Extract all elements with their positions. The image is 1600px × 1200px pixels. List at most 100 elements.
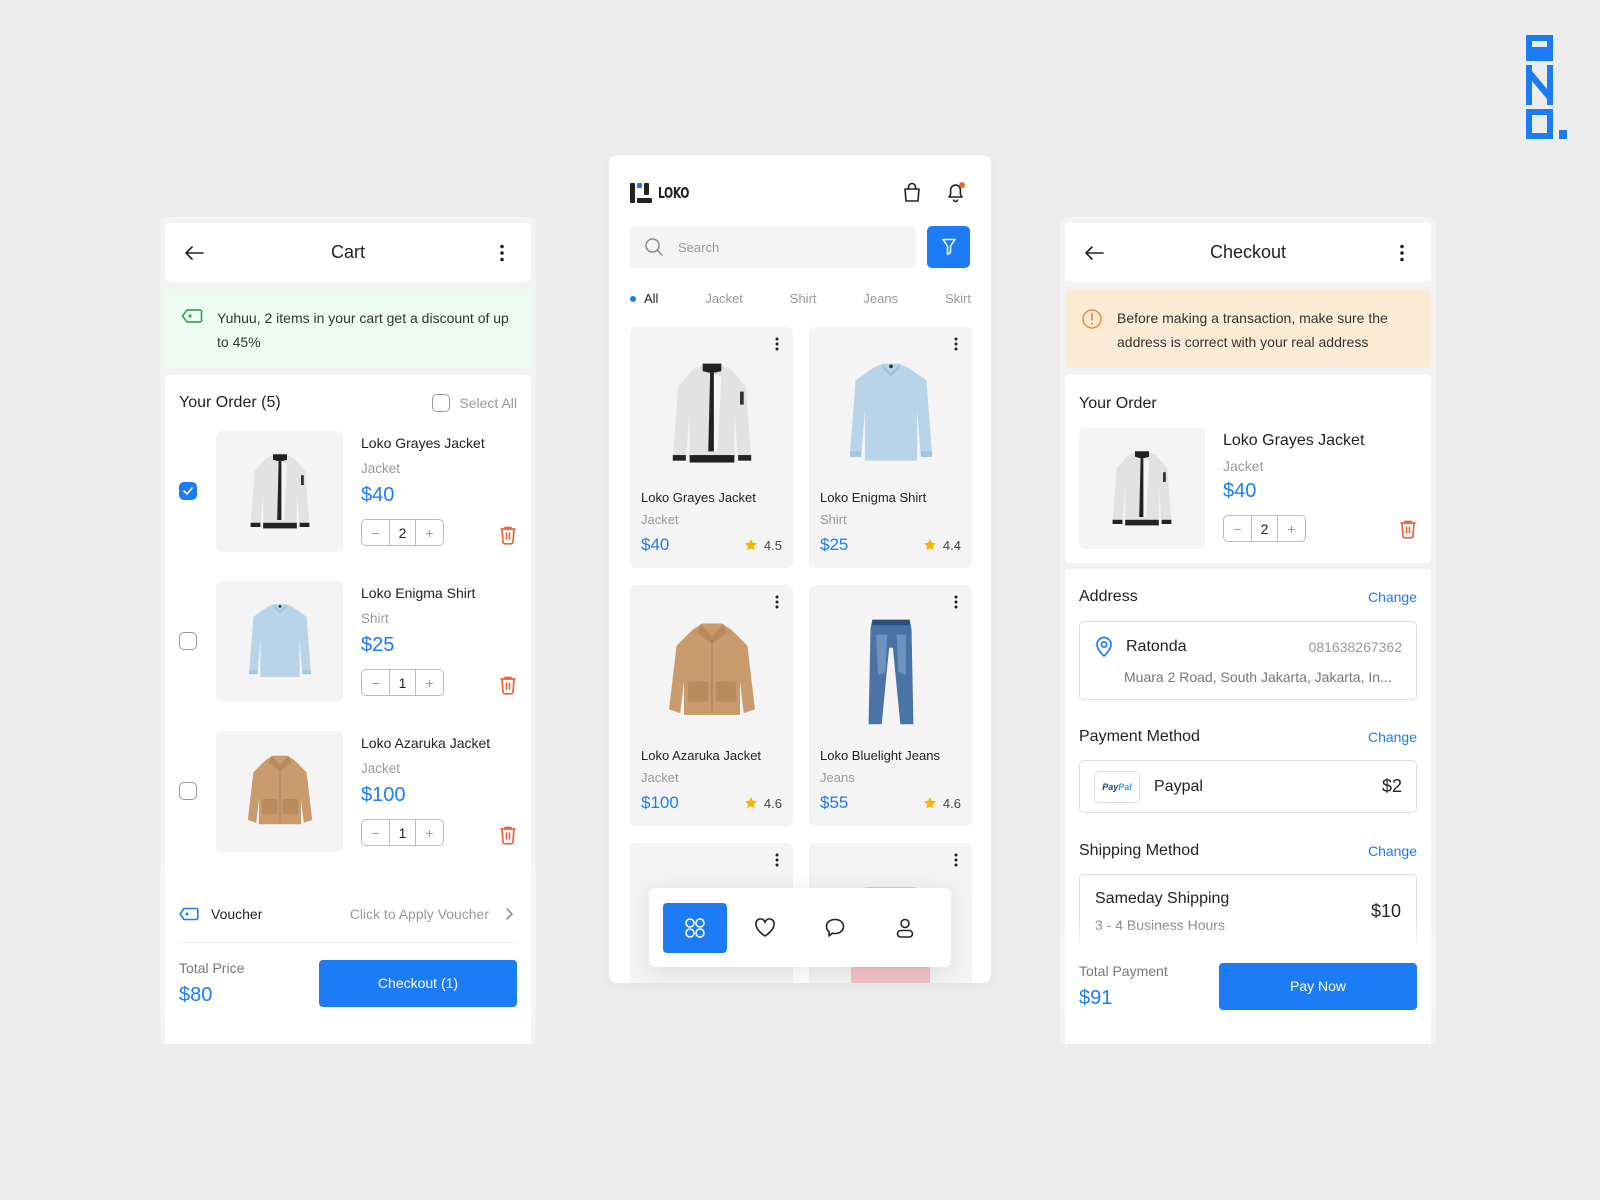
quantity-value[interactable]: 1	[389, 670, 416, 695]
white-jacket-image	[664, 358, 760, 470]
select-all-checkbox[interactable]: Select All	[432, 394, 517, 412]
category-tab-all[interactable]: All	[630, 291, 658, 306]
increment-button[interactable]: +	[416, 820, 443, 845]
bell-icon	[948, 182, 965, 203]
loko-logo-icon	[630, 183, 652, 203]
rating-value: 4.6	[942, 795, 961, 811]
category-tab-jeans[interactable]: Jeans	[863, 291, 898, 306]
product-image	[216, 581, 343, 702]
payment-card[interactable]: Pay Pal Paypal $2	[1079, 760, 1417, 813]
product-card[interactable]: Loko Grayes Jacket Jacket $40 4.5	[630, 327, 793, 568]
card-more-button[interactable]	[775, 595, 779, 614]
back-button[interactable]	[1081, 240, 1107, 266]
product-rating: 4.4	[923, 538, 961, 553]
bag-button[interactable]	[899, 179, 925, 205]
item-checkbox[interactable]	[179, 632, 197, 650]
more-menu-button[interactable]	[1389, 240, 1415, 266]
product-category: Shirt	[361, 611, 389, 626]
rating-value: 4.6	[763, 795, 782, 811]
increment-button[interactable]: +	[1278, 516, 1305, 541]
item-checkbox[interactable]	[179, 482, 197, 500]
nav-profile[interactable]	[873, 903, 937, 953]
delete-button[interactable]	[1399, 519, 1417, 544]
select-all-label: Select All	[459, 395, 517, 411]
product-name: Loko Enigma Shirt	[361, 585, 476, 601]
card-more-button[interactable]	[954, 337, 958, 356]
nav-favorites[interactable]	[733, 903, 797, 953]
shipping-price: $10	[1370, 901, 1401, 921]
item-checkbox[interactable]	[179, 782, 197, 800]
checkout-button[interactable]: Checkout (1)	[319, 959, 517, 1007]
decrement-button[interactable]: −	[362, 670, 389, 695]
payment-fee: $2	[1381, 776, 1402, 796]
card-more-button[interactable]	[954, 595, 958, 614]
card-more-button[interactable]	[775, 337, 779, 356]
checkout-header: Checkout	[1065, 223, 1431, 282]
voucher-row[interactable]: Voucher Click to Apply Voucher	[179, 885, 517, 943]
product-card[interactable]: Loko Enigma Shirt Shirt $25 4.4	[809, 327, 972, 568]
pay-now-button[interactable]: Pay Now	[1219, 962, 1417, 1010]
decrement-button[interactable]: −	[362, 520, 389, 545]
change-address-link[interactable]: Change	[1368, 589, 1417, 605]
total-payment-value: $91	[1079, 986, 1113, 1009]
notification-button[interactable]	[943, 179, 969, 205]
product-card[interactable]: Loko Azaruka Jacket Jacket $100 4.6	[630, 585, 793, 826]
paypal-logo-icon: Pay Pal	[1094, 770, 1140, 803]
app-logo: LOKO	[630, 183, 697, 203]
payment-name: Paypal	[1154, 777, 1203, 795]
delete-button[interactable]	[499, 675, 517, 700]
category-tab-skirt[interactable]: Skirt	[945, 291, 971, 306]
chevron-right-icon	[506, 907, 514, 920]
address-card[interactable]: Ratonda 081638267362 Muara 2 Road, South…	[1079, 621, 1417, 700]
category-tab-shirt[interactable]: Shirt	[790, 291, 817, 306]
voucher-hint: Click to Apply Voucher	[349, 905, 489, 922]
more-vertical-icon	[1400, 244, 1404, 261]
delete-button[interactable]	[499, 825, 517, 850]
cart-summary-panel: Voucher Click to Apply Voucher Total Pri…	[165, 885, 531, 1023]
total-payment-label: Total Payment	[1079, 962, 1168, 979]
address-label: Address	[1079, 588, 1138, 605]
shipping-card[interactable]: Sameday Shipping 3 - 4 Business Hours $1…	[1079, 874, 1417, 954]
category-tab-jacket[interactable]: Jacket	[705, 291, 743, 306]
card-more-button[interactable]	[954, 853, 958, 872]
order-title: Your Order (5)	[179, 394, 281, 411]
nav-messages[interactable]	[803, 903, 867, 953]
product-price: $40	[361, 484, 395, 506]
checkbox[interactable]	[432, 394, 451, 412]
decrement-button[interactable]: −	[1224, 516, 1251, 541]
product-price: $100	[361, 784, 406, 806]
change-shipping-link[interactable]: Change	[1368, 843, 1417, 859]
quantity-stepper: −1 +	[361, 669, 444, 696]
total-price-value: $80	[179, 983, 213, 1006]
trash-icon	[500, 676, 516, 695]
search-input[interactable]	[678, 239, 878, 255]
heart-icon	[755, 917, 775, 937]
delete-button[interactable]	[499, 525, 517, 550]
search-bar[interactable]	[630, 226, 916, 268]
decrement-button[interactable]: −	[362, 820, 389, 845]
product-card[interactable]: Loko Bluelight Jeans Jeans $55 4.6	[809, 585, 972, 826]
back-button[interactable]	[181, 240, 207, 266]
rating-value: 4.5	[763, 537, 782, 553]
quantity-value[interactable]: 1	[389, 820, 416, 845]
more-menu-button[interactable]	[489, 240, 515, 266]
quantity-value[interactable]: 2	[1251, 516, 1278, 541]
product-category: Jacket	[641, 770, 679, 785]
product-category: Jeans	[820, 770, 855, 785]
blue-shirt-image	[245, 600, 315, 684]
more-vertical-icon	[954, 595, 958, 609]
page-title: Checkout	[1209, 242, 1287, 262]
nav-home[interactable]	[663, 902, 727, 953]
cart-screen: Cart Yuhuu, 2 items in your cart get a d…	[160, 217, 536, 1044]
filter-button[interactable]	[927, 226, 970, 268]
increment-button[interactable]: +	[416, 520, 443, 545]
category-label: Skirt	[944, 291, 971, 306]
increment-button[interactable]: +	[416, 670, 443, 695]
banner-text: Before making a transaction, make sure t…	[1117, 310, 1388, 350]
quantity-value[interactable]: 2	[389, 520, 416, 545]
shipping-name: Sameday Shipping	[1095, 890, 1230, 907]
alert-circle-icon	[1082, 309, 1102, 329]
grid-icon	[685, 917, 705, 938]
change-payment-link[interactable]: Change	[1368, 729, 1417, 745]
card-more-button[interactable]	[775, 853, 779, 872]
